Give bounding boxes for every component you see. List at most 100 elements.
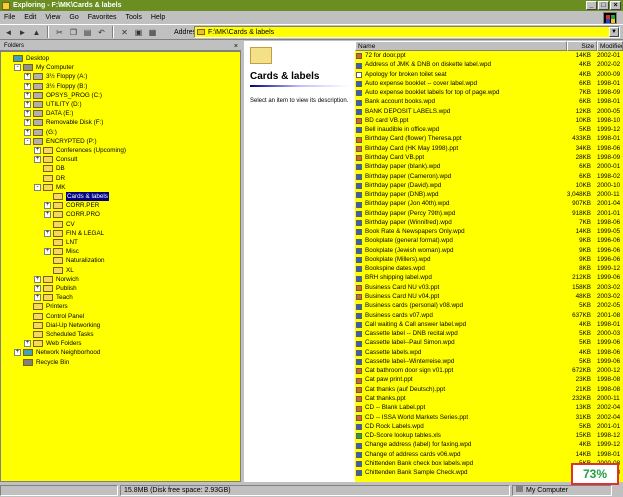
expand-icon[interactable]: + [24,110,31,118]
file-row[interactable]: Cat thanks (auf Deutsch).ppt 21KB 1998-08 [355,386,623,395]
tree-item[interactable]: DR [34,174,65,183]
file-row[interactable]: Bookplate (Millers).wpd 9KB 1996-06 [355,256,623,265]
tree-item[interactable]: + Misc [44,247,79,256]
expand-icon[interactable]: + [24,128,31,136]
expand-icon[interactable]: + [34,275,41,283]
address-field[interactable]: F:\MK\Cards & labels ▼ [194,26,620,38]
tree-item[interactable]: + Removable Disk (F:) [24,118,103,127]
file-row[interactable]: Bookplate (general format).wpd 9KB 1996-06 [355,237,623,246]
properties-icon[interactable]: ▣ [133,27,144,38]
expand-icon[interactable]: + [34,285,41,292]
tree-item[interactable]: - My Computer [14,63,74,72]
file-list[interactable]: Name Size Modified 72 for door.ppt 14KB 20… [355,41,623,482]
tree-item[interactable]: XL [44,266,74,275]
file-row[interactable]: Birthday Card (HK May 1998).ppt 34KB 1998-… [355,145,623,154]
file-row[interactable]: Birthday paper (David).wpd 10KB 2000-10 [355,182,623,191]
expand-icon[interactable]: + [14,349,21,357]
up-folder-icon[interactable]: ▲ [31,27,42,38]
tree-item[interactable]: +3½ Floppy (A:) [24,72,87,81]
menu-favorites[interactable]: Favorites [88,14,117,21]
file-row[interactable]: Business Card NU v04.ppt 48KB 2003-02 [355,293,623,302]
file-row[interactable]: Auto expense booklet labels for top of p… [355,89,623,98]
views-icon[interactable]: ▦ [147,27,158,38]
file-row[interactable]: Cassette label--Paul Simon.wpd 5KB 1999-06 [355,339,623,348]
menu-edit[interactable]: Edit [24,14,36,21]
tree-item[interactable]: CV [44,220,75,229]
file-row[interactable]: Change address (label) for faxing.wpd 4KB… [355,441,623,450]
expand-icon[interactable]: + [34,294,41,302]
minimize-button[interactable]: _ [586,1,597,10]
file-row[interactable]: Business Card NU v03.ppt 158KB 2003-02 [355,284,623,293]
tree-item[interactable]: + Norwich [34,275,79,284]
collapse-icon[interactable]: - [24,137,31,145]
expand-icon[interactable]: + [24,101,31,108]
tree-item[interactable]: - ENCRYPTED (P:) [24,137,97,146]
file-row[interactable]: Apology for broken toilet seat 4KB 2000-09 [355,71,623,80]
undo-icon[interactable]: ↶ [96,27,107,38]
tree-item[interactable]: + FIN & LEGAL [44,229,104,238]
file-row[interactable]: Change of address cards v06.wpd 14KB 1998-… [355,451,623,460]
collapse-icon[interactable]: - [34,183,41,191]
address-dropdown-icon[interactable]: ▼ [609,27,619,37]
file-row[interactable]: Call waiting & Call answer label.wpd 4KB 1… [355,321,623,330]
file-row[interactable]: Cassette label--Winterreise.wpd 5KB 1999-0… [355,358,623,367]
tree-item[interactable]: Printers [24,302,68,311]
tree-item[interactable]: +3½ Floppy (B:) [24,82,87,91]
tree-item[interactable]: + Consult [34,155,77,164]
tree-item[interactable]: + (G:) [24,128,57,137]
tree-item[interactable]: Scheduled Tasks [24,330,94,339]
column-size[interactable]: Size [567,41,597,51]
file-row[interactable]: 72 for door.ppt 14KB 2002-01 [355,52,623,61]
expand-icon[interactable]: + [44,229,51,237]
expand-icon[interactable]: + [24,340,31,348]
tree-item[interactable]: - MK [34,183,65,192]
collapse-icon[interactable]: - [14,64,21,72]
tree-item[interactable]: LNT [44,238,78,247]
forward-icon[interactable]: ► [17,27,28,38]
file-row[interactable]: Bank account books.wpd 6KB 1998-01 [355,98,623,107]
tree-item[interactable]: + Web Folders [24,339,82,348]
file-row[interactable]: BANK DEPOSIT LABELS.wpd 12KB 2000-05 [355,108,623,117]
file-row[interactable]: Cat thanks.ppt 232KB 2000-11 [355,395,623,404]
tree-item[interactable]: Recycle Bin [14,358,69,367]
back-icon[interactable]: ◄ [3,27,14,38]
tree-item[interactable]: Cards & labels [44,192,109,201]
menu-go[interactable]: Go [69,14,78,21]
column-name[interactable]: Name [355,41,567,51]
file-row[interactable]: Business cards (personal) v08.wpd 5KB 2002… [355,302,623,311]
expand-icon[interactable]: + [24,82,31,90]
copy-icon[interactable]: ❐ [68,27,79,38]
expand-icon[interactable]: + [44,248,51,256]
expand-icon[interactable]: + [24,91,31,99]
file-row[interactable]: CD -- Blank Label.ppt 13KB 2002-04 [355,404,623,413]
file-row[interactable]: Cat paw print.ppt 23KB 1998-08 [355,376,623,385]
file-row[interactable]: Birthday paper (DNB).wpd 3,048KB 2000-11 [355,191,623,200]
expand-icon[interactable]: + [34,147,41,154]
file-row[interactable]: CD-Score lookup tables.xls 15KB 1998-12 [355,432,623,441]
tree-item[interactable]: Control Panel [24,312,84,321]
file-row[interactable]: Birthday paper (Cameron).wpd 6KB 1998-02 [355,173,623,182]
tree-item[interactable]: + UTILITY (D:) [24,100,82,109]
file-row[interactable]: Cassette labels.wpd 4KB 1998-06 [355,349,623,358]
file-row[interactable]: Cat bathroom door sign v01.ppt 672KB 2000-… [355,367,623,376]
maximize-button[interactable]: □ [598,1,609,10]
file-row[interactable]: Birthday paper (blank).wpd 6KB 2000-01 [355,163,623,172]
expand-icon[interactable]: + [44,211,51,219]
file-row[interactable]: Birthday paper (Winnifred).wpd 7KB 1998-06 [355,219,623,228]
tree-item[interactable]: Dial-Up Networking [24,321,100,330]
menu-help[interactable]: Help [151,14,165,21]
file-row[interactable]: Bookplate (Jewish woman).wpd 9KB 1996-06 [355,247,623,256]
tree-item[interactable]: + Conferences (Upcoming) [34,146,126,155]
file-row[interactable]: Auto expense booklet -- cover label.wpd 6… [355,80,623,89]
expand-icon[interactable]: + [34,156,41,164]
file-row[interactable]: Birthday Card VB.ppt 28KB 1998-09 [355,154,623,163]
file-row[interactable]: Cassette label -- DNB recital.wpd 5KB 2000… [355,330,623,339]
file-row[interactable]: Bell inaudible in office.wpd 5KB 1999-12 [355,126,623,135]
tree-item[interactable]: DB [34,164,65,173]
folder-tree[interactable]: Desktop - My Computer +3½ Floppy (A:) +3½ Fl… [0,51,241,482]
tree-item[interactable]: + DATA (E:) [24,109,73,118]
paste-icon[interactable]: ▤ [82,27,93,38]
tree-item[interactable]: + CORR.PER [44,201,99,210]
file-row[interactable]: Birthday paper (Percy 79th).wpd 918KB 2001… [355,210,623,219]
file-row[interactable]: Bookspine dates.wpd 8KB 1999-12 [355,265,623,274]
